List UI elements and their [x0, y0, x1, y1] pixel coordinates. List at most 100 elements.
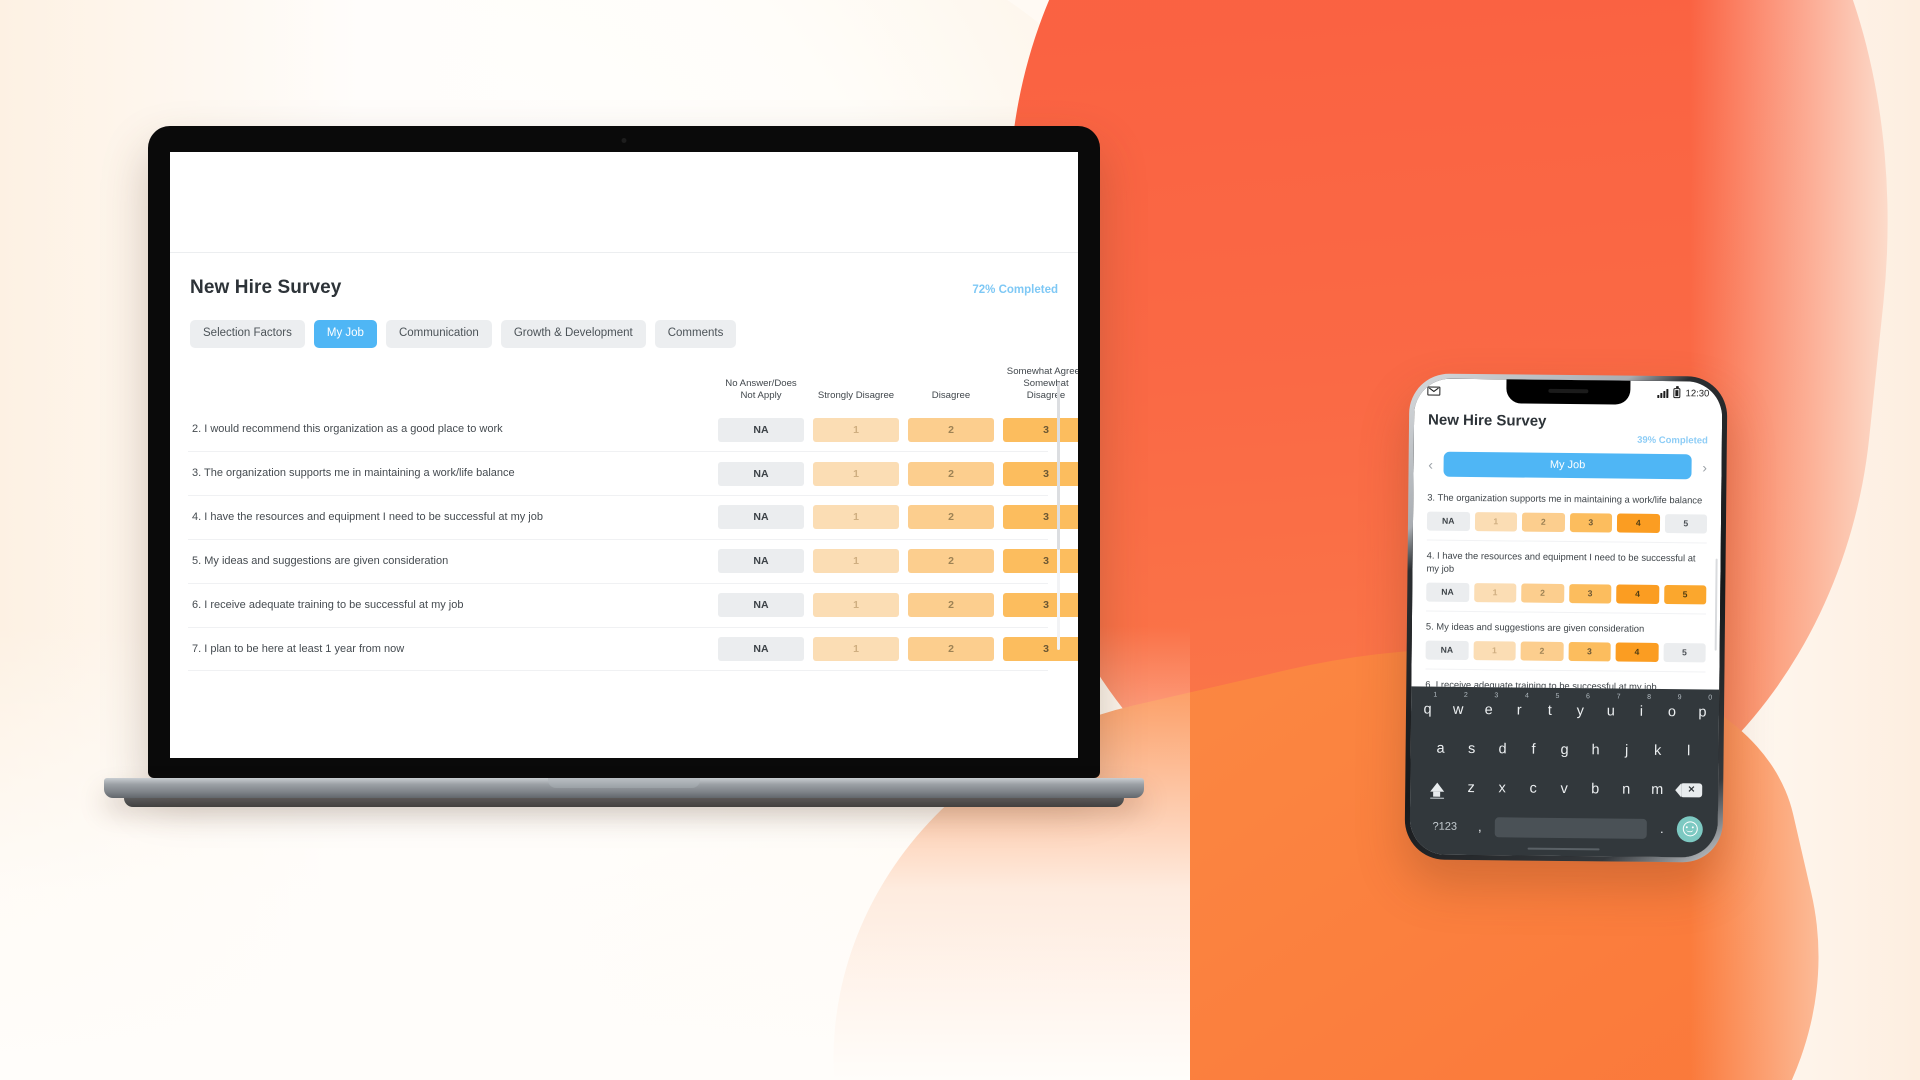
rating-cell[interactable]: 3 [1003, 461, 1078, 486]
rating-cell[interactable]: 1 [813, 549, 899, 574]
rating-option-na[interactable]: NA [718, 636, 804, 661]
key-o[interactable]: 9o [1658, 694, 1685, 720]
rating-option-1[interactable]: 1 [813, 505, 899, 530]
rating-cell[interactable]: 1 [813, 417, 899, 442]
rating-cell[interactable]: 3 [1003, 417, 1078, 442]
phone-question-list[interactable]: 3. The organization supports me in maint… [1411, 482, 1721, 690]
key-h[interactable]: h [1582, 742, 1610, 758]
rating-cell[interactable]: NA [718, 417, 804, 442]
chevron-right-icon[interactable]: › [1699, 459, 1711, 475]
rating-cell[interactable]: NA [718, 636, 804, 661]
key-r[interactable]: 4r [1506, 693, 1533, 719]
rating-option-5[interactable]: 5 [1663, 642, 1706, 663]
key-g[interactable]: g [1551, 742, 1579, 758]
rating-cell[interactable]: 2 [908, 505, 994, 530]
tab-selection-factors[interactable]: Selection Factors [190, 320, 305, 348]
rating-option-2[interactable]: 2 [908, 549, 994, 574]
key-a[interactable]: a [1427, 741, 1455, 757]
shift-key[interactable] [1420, 782, 1454, 793]
key-b[interactable]: b [1581, 781, 1609, 797]
rating-option-1[interactable]: 1 [1473, 640, 1516, 661]
key-p[interactable]: 0p [1689, 695, 1716, 721]
key-v[interactable]: v [1550, 781, 1578, 797]
rating-option-3[interactable]: 3 [1003, 593, 1078, 618]
table-scrollbar[interactable] [1057, 381, 1060, 650]
rating-option-5[interactable]: 5 [1663, 584, 1707, 605]
chevron-left-icon[interactable]: ‹ [1425, 456, 1437, 472]
rating-cell[interactable]: 1 [813, 593, 899, 618]
rating-option-1[interactable]: 1 [813, 636, 899, 661]
rating-option-4[interactable]: 4 [1616, 513, 1660, 533]
rating-option-2[interactable]: 2 [1521, 512, 1565, 532]
rating-option-2[interactable]: 2 [1521, 583, 1564, 603]
rating-cell[interactable]: 3 [1003, 636, 1078, 661]
rating-option-3[interactable]: 3 [1003, 549, 1078, 574]
rating-cell[interactable]: 2 [908, 417, 994, 442]
key-l[interactable]: l [1675, 743, 1703, 759]
rating-option-4[interactable]: 4 [1616, 584, 1659, 604]
rating-option-3[interactable]: 3 [1568, 641, 1611, 662]
rating-cell[interactable]: 3 [1003, 593, 1078, 618]
key-d[interactable]: d [1489, 741, 1517, 757]
key-q[interactable]: 1q [1414, 692, 1441, 718]
rating-option-1[interactable]: 1 [813, 593, 899, 618]
tab-growth-development[interactable]: Growth & Development [500, 320, 646, 348]
key-c[interactable]: c [1519, 780, 1547, 796]
rating-option-1[interactable]: 1 [813, 461, 899, 486]
tab-comments[interactable]: Comments [654, 320, 737, 348]
rating-option-3[interactable]: 3 [1569, 513, 1613, 533]
emoji-key[interactable] [1676, 815, 1703, 843]
rating-option-4[interactable]: 4 [1615, 642, 1659, 662]
phone-active-tab[interactable]: My Job [1443, 451, 1692, 480]
space-key[interactable] [1494, 816, 1647, 839]
key-j[interactable]: j [1613, 743, 1641, 759]
key-t[interactable]: 5t [1536, 693, 1563, 719]
rating-cell[interactable]: NA [718, 505, 804, 530]
rating-option-3[interactable]: 3 [1003, 636, 1078, 661]
key-s[interactable]: s [1458, 741, 1486, 757]
rating-cell[interactable]: NA [718, 549, 804, 574]
rating-option-2[interactable]: 2 [1520, 641, 1564, 661]
period-key[interactable]: . [1651, 821, 1673, 836]
rating-option-1[interactable]: 1 [1474, 512, 1518, 532]
rating-option-1[interactable]: 1 [813, 417, 899, 442]
rating-cell[interactable]: 1 [813, 636, 899, 661]
backspace-key[interactable]: ✕ [1674, 783, 1708, 798]
rating-cell[interactable]: 2 [908, 549, 994, 574]
rating-option-na[interactable]: NA [718, 417, 804, 442]
key-z[interactable]: z [1457, 780, 1485, 796]
rating-option-2[interactable]: 2 [908, 417, 994, 442]
rating-cell[interactable]: 1 [813, 461, 899, 486]
rating-cell[interactable]: 2 [908, 461, 994, 486]
symbols-key[interactable]: ?123 [1425, 820, 1465, 832]
rating-option-5[interactable]: 5 [1664, 513, 1708, 534]
rating-option-na[interactable]: NA [718, 461, 804, 486]
rating-option-2[interactable]: 2 [908, 593, 994, 618]
key-m[interactable]: m [1643, 782, 1671, 798]
rating-option-2[interactable]: 2 [908, 505, 994, 530]
rating-cell[interactable]: NA [718, 461, 804, 486]
rating-option-2[interactable]: 2 [908, 461, 994, 486]
on-screen-keyboard[interactable]: 1q2w3e4r5t6y7u8i9o0p asdfghjkl zxcvbnm ✕… [1409, 686, 1720, 858]
comma-key[interactable]: , [1469, 819, 1491, 834]
key-f[interactable]: f [1520, 742, 1548, 758]
key-u[interactable]: 7u [1597, 694, 1624, 720]
rating-option-na[interactable]: NA [1426, 511, 1470, 531]
rating-option-1[interactable]: 1 [813, 549, 899, 574]
rating-cell[interactable]: 3 [1003, 549, 1078, 574]
rating-option-3[interactable]: 3 [1003, 461, 1078, 486]
tab-my-job[interactable]: My Job [313, 320, 377, 348]
rating-cell[interactable]: 2 [908, 593, 994, 618]
rating-option-na[interactable]: NA [718, 549, 804, 574]
key-n[interactable]: n [1612, 781, 1640, 797]
rating-option-na[interactable]: NA [1425, 640, 1469, 660]
key-w[interactable]: 2w [1445, 692, 1472, 718]
key-i[interactable]: 8i [1628, 694, 1655, 720]
key-y[interactable]: 6y [1567, 693, 1594, 719]
rating-option-2[interactable]: 2 [908, 636, 994, 661]
rating-cell[interactable]: 2 [908, 636, 994, 661]
tab-communication[interactable]: Communication [385, 320, 492, 348]
rating-option-na[interactable]: NA [718, 505, 804, 530]
key-e[interactable]: 3e [1475, 692, 1502, 718]
rating-cell[interactable]: 1 [813, 505, 899, 530]
